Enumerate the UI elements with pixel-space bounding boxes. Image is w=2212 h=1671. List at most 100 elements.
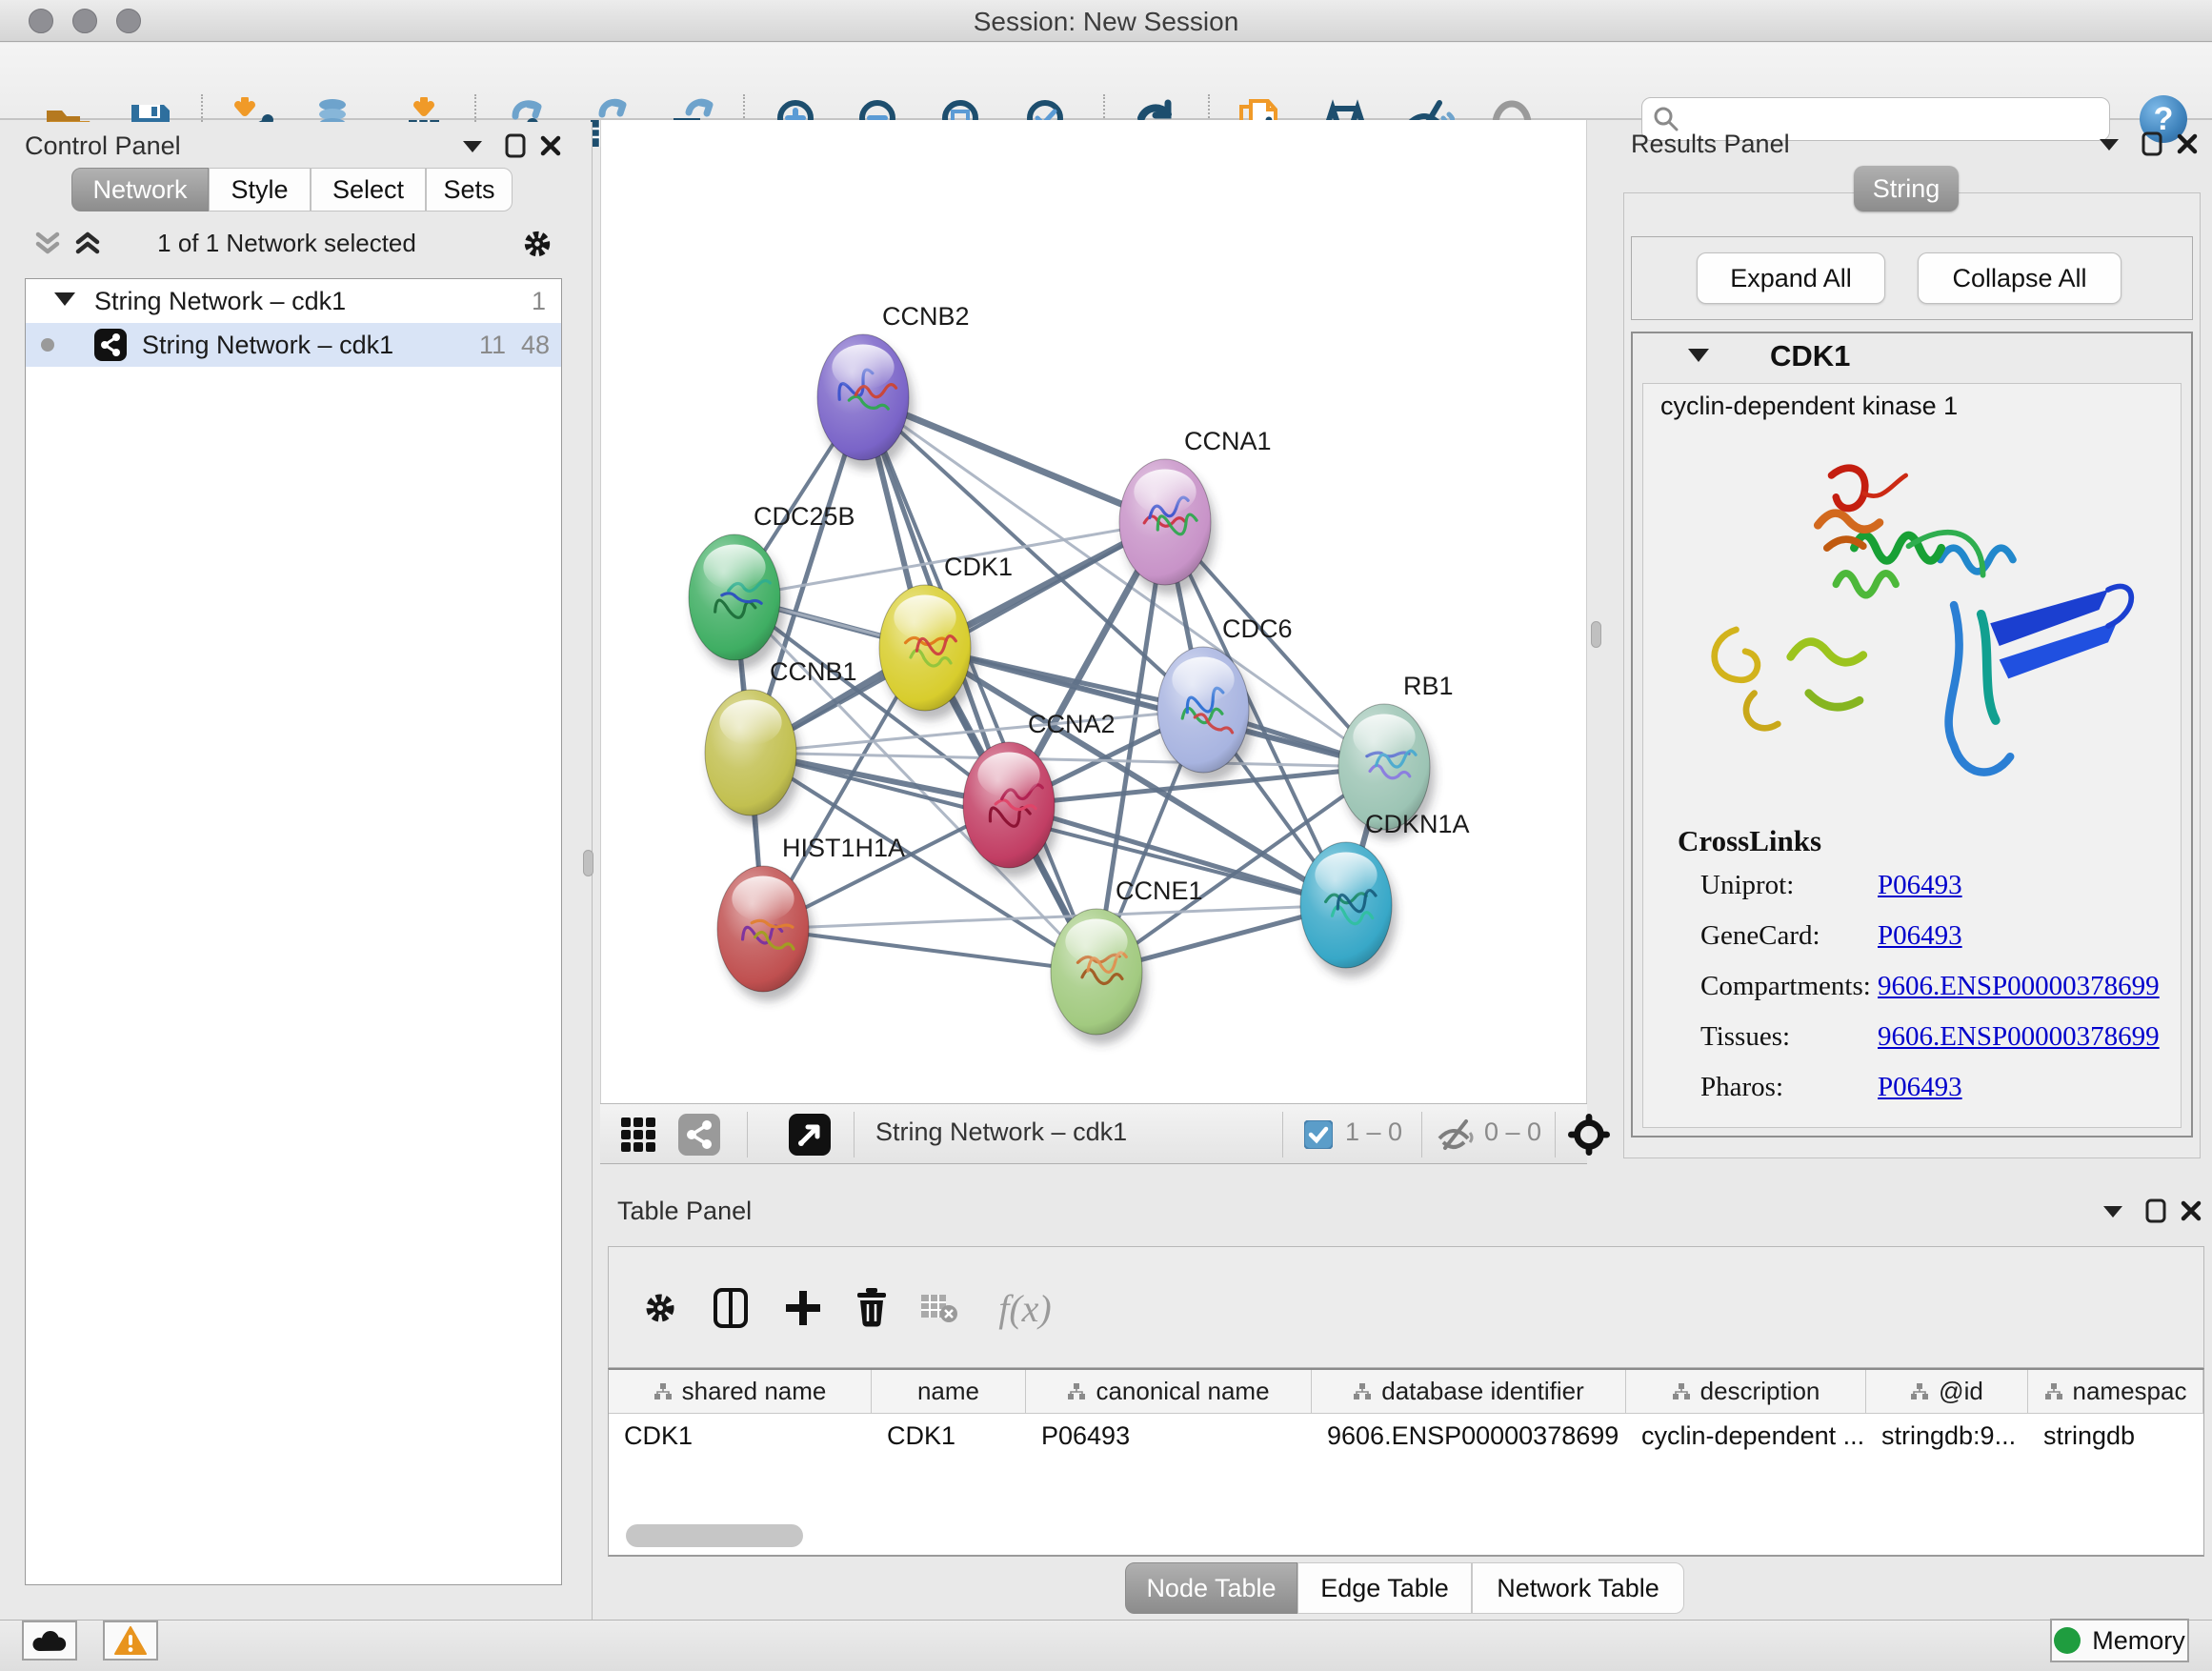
table-cell[interactable]: 9606.ENSP00000378699 — [1312, 1414, 1626, 1461]
cloud-icon — [31, 1628, 68, 1653]
crosshair-target-icon[interactable] — [1568, 1114, 1610, 1156]
crosslinks-list: Uniprot:P06493GeneCard:P06493Compartment… — [1700, 870, 2171, 1122]
network-node-CDC6[interactable] — [1157, 647, 1249, 773]
column-header-description[interactable]: description — [1626, 1370, 1866, 1413]
node-label-HIST1H1A: HIST1H1A — [782, 834, 905, 862]
column-header-label: description — [1700, 1377, 1820, 1406]
expand-all-button[interactable]: Expand All — [1697, 252, 1885, 304]
crosslink-label: Compartments: — [1700, 971, 1871, 1002]
column-header-database-identifier[interactable]: database identifier — [1312, 1370, 1626, 1413]
network-edge[interactable] — [763, 905, 1346, 929]
column-header-canonical-name[interactable]: canonical name — [1026, 1370, 1312, 1413]
crosslink-link[interactable]: 9606.ENSP00000378699 — [1878, 971, 2160, 1002]
close-panel-icon[interactable] — [2176, 132, 2199, 155]
table-cell[interactable]: P06493 — [1026, 1414, 1312, 1461]
protein-structure-image — [1670, 437, 2165, 818]
column-header-shared-name[interactable]: shared name — [609, 1370, 872, 1413]
network-canvas[interactable]: CCNB2CCNA1CDC25BCDK1CDC6RB1CCNB1CCNA2CDK… — [600, 120, 1587, 1103]
birdseye-view-icon[interactable] — [789, 1114, 831, 1156]
network-edge[interactable] — [751, 753, 1384, 767]
table-cell[interactable]: cyclin-dependent ... — [1626, 1414, 1866, 1461]
network-row[interactable]: String Network – cdk1 11 48 — [26, 323, 561, 367]
undock-panel-icon[interactable] — [505, 133, 526, 158]
table-options-gear-icon[interactable] — [637, 1285, 683, 1331]
float-panel-icon[interactable] — [2101, 1204, 2124, 1219]
network-node-CDKN1A[interactable] — [1300, 842, 1392, 968]
node-label-CDC6: CDC6 — [1222, 614, 1293, 643]
network-node-CCNA1[interactable] — [1119, 459, 1211, 585]
column-header--id[interactable]: @id — [1866, 1370, 2028, 1413]
network-collection-row[interactable]: String Network – cdk1 1 — [26, 279, 561, 323]
network-node-count: 11 — [479, 331, 506, 360]
node-table: shared name name canonical name database id… — [608, 1368, 2204, 1557]
grid-view-icon[interactable] — [617, 1114, 659, 1156]
column-header-namespac[interactable]: namespac — [2028, 1370, 2203, 1413]
network-node-CCNA2[interactable] — [963, 742, 1055, 868]
tab-node-table[interactable]: Node Table — [1125, 1562, 1297, 1614]
show-columns-icon[interactable] — [708, 1285, 754, 1331]
crosslink-link[interactable]: P06493 — [1878, 920, 1962, 952]
undock-panel-icon[interactable] — [2145, 1198, 2166, 1223]
horizontal-scrollbar[interactable] — [626, 1524, 803, 1547]
shared-column-icon — [1353, 1382, 1372, 1401]
delete-column-trash-icon[interactable] — [849, 1285, 895, 1331]
table-cell[interactable]: stringdb — [2028, 1414, 2203, 1461]
toolbar-separator — [747, 1112, 748, 1158]
network-view-icon[interactable] — [678, 1114, 720, 1156]
crosslink-link[interactable]: P06493 — [1878, 1072, 1962, 1103]
tab-select[interactable]: Select — [311, 168, 426, 211]
network-view-title: String Network – cdk1 — [875, 1117, 1127, 1147]
cdk1-entry: CDK1 cyclin-dependent kinase 1 — [1631, 332, 2193, 1137]
column-header-name[interactable]: name — [872, 1370, 1026, 1413]
entry-collapse-icon[interactable] — [1688, 349, 1709, 362]
control-panel-title: Control Panel — [25, 131, 181, 161]
shared-column-icon — [1672, 1382, 1691, 1401]
network-node-CCNB1[interactable] — [705, 690, 796, 815]
tab-string[interactable]: String — [1854, 166, 1959, 211]
network-node-CDK1[interactable] — [879, 585, 971, 711]
vertical-splitter-handle[interactable] — [1591, 621, 1601, 648]
network-view-toolbar: String Network – cdk1 1 – 0 0 – 0 — [600, 1103, 1587, 1164]
close-panel-icon[interactable] — [2180, 1199, 2202, 1222]
network-node-CCNE1[interactable] — [1051, 909, 1142, 1035]
crosslink-link[interactable]: 9606.ENSP00000378699 — [1878, 1021, 2160, 1053]
float-panel-icon[interactable] — [2098, 137, 2121, 152]
results-buttons-box: Expand All Collapse All — [1631, 236, 2193, 320]
crosslink-label: Tissues: — [1700, 1021, 1790, 1053]
entry-gene-name: CDK1 — [1770, 339, 1850, 373]
warning-button[interactable] — [103, 1621, 158, 1661]
node-label-CDC25B: CDC25B — [754, 502, 855, 531]
network-node-HIST1H1A[interactable] — [717, 866, 809, 992]
vertical-splitter-handle[interactable] — [583, 850, 593, 876]
table-cell[interactable]: stringdb:9... — [1866, 1414, 2028, 1461]
crosslink-row: Pharos: P06493 — [1700, 1072, 2171, 1122]
collection-expand-icon[interactable] — [54, 292, 75, 306]
column-header-label: shared name — [682, 1377, 827, 1406]
network-node-CDC25B[interactable] — [689, 534, 780, 660]
memory-button[interactable]: Memory — [2050, 1619, 2189, 1662]
crosslink-link[interactable]: P06493 — [1878, 870, 1962, 901]
undock-panel-icon[interactable] — [2142, 131, 2162, 156]
tab-style[interactable]: Style — [209, 168, 311, 211]
shared-column-icon — [654, 1382, 673, 1401]
collapse-all-button[interactable]: Collapse All — [1918, 252, 2122, 304]
selected-checkbox-icon[interactable] — [1303, 1114, 1334, 1156]
control-panel-tabs: NetworkStyleSelectSets — [0, 168, 593, 211]
table-cell[interactable]: CDK1 — [609, 1414, 872, 1461]
collection-label: String Network – cdk1 — [94, 287, 346, 316]
cloud-button[interactable] — [22, 1621, 77, 1661]
tab-edge-table[interactable]: Edge Table — [1297, 1562, 1472, 1614]
close-panel-icon[interactable] — [539, 134, 562, 157]
column-header-label: canonical name — [1096, 1377, 1269, 1406]
table-cell[interactable]: CDK1 — [872, 1414, 1026, 1461]
table-row[interactable]: CDK1CDK1P064939606.ENSP00000378699cyclin… — [609, 1414, 2203, 1461]
crosslink-label: Pharos: — [1700, 1072, 1783, 1103]
create-column-plus-icon[interactable] — [780, 1285, 826, 1331]
tab-network-table[interactable]: Network Table — [1472, 1562, 1684, 1614]
network-options-gear-icon[interactable] — [518, 225, 556, 263]
float-panel-icon[interactable] — [461, 139, 484, 154]
tab-sets[interactable]: Sets — [426, 168, 513, 211]
memory-status-dot — [2054, 1627, 2081, 1654]
tab-network[interactable]: Network — [71, 168, 209, 211]
network-node-CCNB2[interactable] — [817, 334, 909, 460]
